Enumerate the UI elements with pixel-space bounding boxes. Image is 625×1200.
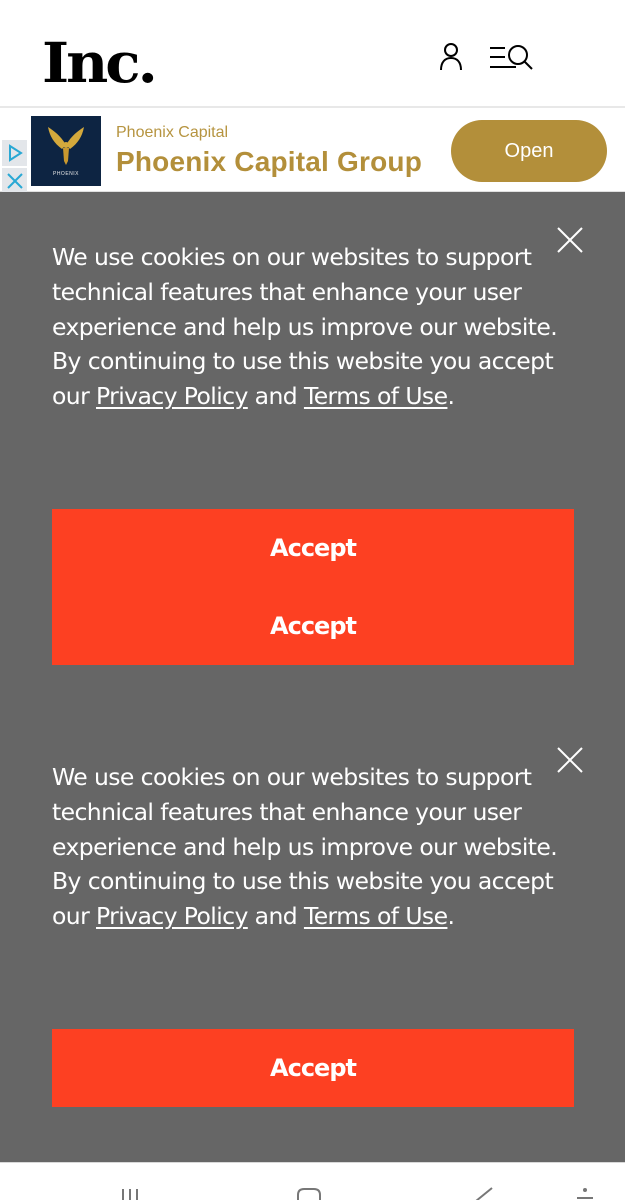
cookie-text-and: and <box>247 382 304 411</box>
recent-apps-icon[interactable] <box>120 1187 148 1200</box>
ad-open-button[interactable]: Open <box>451 120 607 182</box>
ad-title[interactable]: Phoenix Capital Group <box>116 146 422 178</box>
ad-subtitle: Phoenix Capital <box>116 124 229 141</box>
cookie-text-and: and <box>247 902 304 931</box>
ad-logo-text: PHOENIX <box>52 171 79 177</box>
accessibility-icon[interactable] <box>575 1187 595 1200</box>
privacy-policy-link[interactable]: Privacy Policy <box>96 382 248 410</box>
ad-banner[interactable]: PHOENIX Phoenix Capital Phoenix Capital … <box>0 106 625 194</box>
user-icon[interactable] <box>437 42 465 72</box>
system-navigation-bar <box>0 1162 625 1200</box>
terms-of-use-link[interactable]: Terms of Use <box>304 382 448 410</box>
cookie-overlay: We use cookies on our websites to suppor… <box>0 192 625 1162</box>
menu-search-icon[interactable] <box>488 42 536 72</box>
accept-button-group: Accept Accept <box>52 509 574 665</box>
back-icon[interactable] <box>472 1187 496 1200</box>
home-icon[interactable] <box>296 1187 324 1200</box>
accept-button[interactable]: Accept <box>52 1029 574 1107</box>
accept-button[interactable]: Accept <box>52 509 574 587</box>
accept-button[interactable]: Accept <box>52 587 574 665</box>
cookie-text-period: . <box>447 382 455 411</box>
privacy-policy-link[interactable]: Privacy Policy <box>96 902 248 930</box>
site-header: Inc. <box>0 0 625 106</box>
ad-choices-icon[interactable] <box>2 140 27 166</box>
cookie-message: We use cookies on our websites to suppor… <box>52 760 582 934</box>
accept-button-group: Accept <box>52 1029 574 1107</box>
phoenix-bird-icon <box>48 127 84 165</box>
inc-logo[interactable]: Inc. <box>42 35 158 90</box>
ad-close-icon[interactable] <box>2 168 27 194</box>
cookie-text-period: . <box>447 902 455 931</box>
phoenix-logo: PHOENIX <box>31 116 101 186</box>
terms-of-use-link[interactable]: Terms of Use <box>304 902 448 930</box>
cookie-message: We use cookies on our websites to suppor… <box>52 240 582 414</box>
